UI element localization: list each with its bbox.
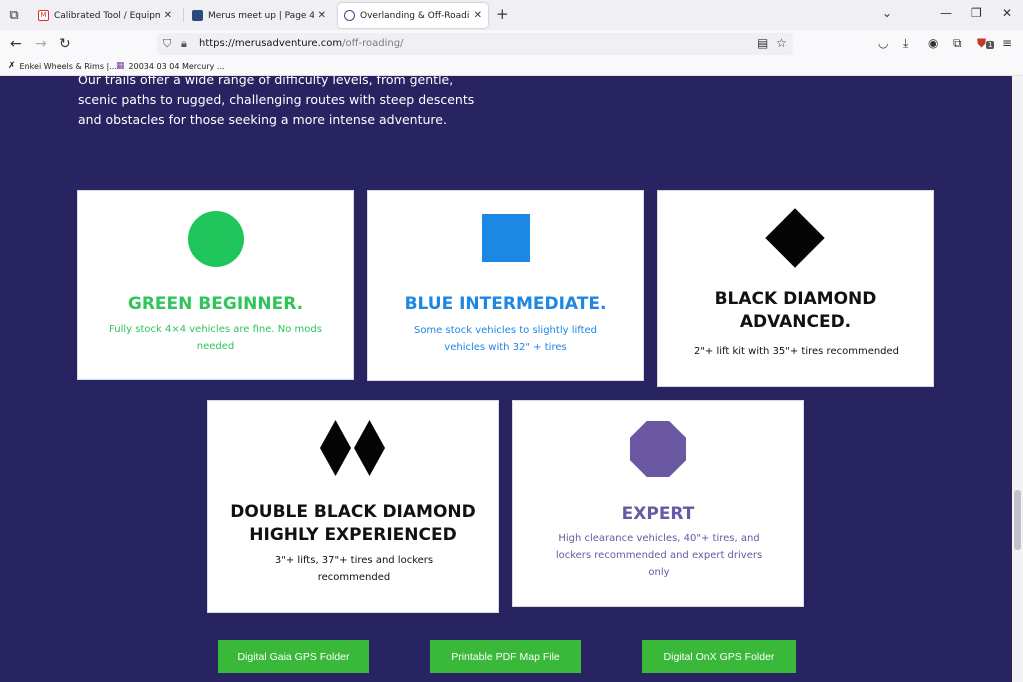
extension-badge: 1 [986, 41, 995, 49]
card-heading-line: ADVANCED. [739, 312, 852, 332]
gaia-gps-folder-button[interactable]: Digital Gaia GPS Folder [218, 640, 369, 673]
extensions-icon[interactable]: ⧉ [953, 36, 962, 51]
reload-button[interactable]: ↻ [59, 36, 71, 52]
scrollbar-track[interactable] [1012, 76, 1023, 682]
card-description: Some stock vehicles to slightly lifted v… [413, 325, 598, 353]
card-black-diamond: BLACK DIAMOND ADVANCED. 2"+ lift kit wit… [657, 190, 934, 387]
card-heading: BLUE INTERMEDIATE. [404, 294, 607, 314]
forum-icon [192, 10, 203, 21]
page-content: Our trails offer a wide range of difficu… [0, 76, 1023, 682]
close-icon[interactable]: ✕ [164, 10, 172, 21]
tab-overview-icon[interactable]: ⧉ [0, 0, 28, 30]
card-description: 3"+ lifts, 37"+ tires and lockers recomm… [274, 555, 434, 583]
intro-text: Our trails offer a wide range of difficu… [78, 76, 475, 127]
tab-title: Calibrated Tool / Equipment cha [54, 10, 160, 21]
card-heading-line: BLACK DIAMOND [714, 289, 877, 309]
tab-merus-meetup[interactable]: Merus meet up | Page 4 | Toyota ✕ [186, 3, 332, 28]
blue-square-icon [482, 214, 530, 262]
download-icon[interactable]: ⤓ [903, 36, 908, 51]
menu-icon[interactable]: ≡ [1002, 36, 1012, 50]
lock-icon[interactable]: 🔒︎ [181, 37, 187, 51]
card-heading: BLACK DIAMOND ADVANCED. [658, 288, 933, 334]
card-double-black-diamond: DOUBLE BLACK DIAMOND HIGHLY EXPERIENCED … [207, 400, 499, 613]
purple-octagon-icon [630, 421, 686, 477]
card-description: Fully stock 4×4 vehicles are fine. No mo… [109, 324, 322, 352]
gmail-icon: M [38, 10, 49, 21]
close-window-button[interactable]: ✕ [1002, 6, 1012, 20]
card-expert: EXPERT High clearance vehicles, 40"+ tir… [512, 400, 804, 607]
restore-button[interactable]: ❐ [971, 6, 982, 20]
tab-overlanding[interactable]: Overlanding & Off-Roading - M ✕ [338, 3, 488, 28]
chevron-down-icon[interactable]: ⌄ [882, 6, 892, 20]
back-button[interactable]: ← [10, 36, 22, 52]
card-blue-intermediate: BLUE INTERMEDIATE. Some stock vehicles t… [367, 190, 644, 381]
site-icon [344, 10, 355, 21]
card-heading-line: HIGHLY EXPERIENCED [249, 525, 457, 545]
card-heading-line: DOUBLE BLACK DIAMOND [230, 502, 476, 522]
black-diamond-icon [354, 420, 385, 476]
account-icon[interactable]: ◉ [928, 36, 938, 50]
card-description: High clearance vehicles, 40"+ tires, and… [555, 533, 763, 578]
forward-button[interactable]: → [35, 36, 47, 52]
card-heading: DOUBLE BLACK DIAMOND HIGHLY EXPERIENCED [208, 501, 498, 547]
shield-icon[interactable]: ⛉ [163, 37, 171, 51]
new-tab-button[interactable]: + [496, 5, 509, 23]
tab-title: Overlanding & Off-Roading - M [360, 10, 470, 21]
pdf-map-file-button[interactable]: Printable PDF Map File [430, 640, 581, 673]
enkei-icon: ✗ [8, 61, 16, 71]
bookmark-label: 20034 03 04 Mercury ... [128, 61, 225, 71]
pocket-icon[interactable]: ◡ [878, 36, 888, 50]
card-description: 2"+ lift kit with 35"+ tires recommended [693, 346, 900, 357]
ublock-icon[interactable]: ⛊ 1 [977, 36, 995, 51]
bookmark-mercury[interactable]: ▦ 20034 03 04 Mercury ... [116, 61, 225, 71]
close-icon[interactable]: ✕ [318, 10, 326, 21]
close-icon[interactable]: ✕ [474, 10, 482, 21]
black-diamond-icon [320, 420, 351, 476]
card-heading: GREEN BEGINNER. [127, 294, 304, 314]
tab-calibrated-tool[interactable]: M Calibrated Tool / Equipment cha ✕ [32, 3, 178, 28]
card-heading: EXPERT [621, 504, 695, 524]
tab-title: Merus meet up | Page 4 | Toyota [208, 10, 314, 21]
card-green-beginner: GREEN BEGINNER. Fully stock 4×4 vehicles… [77, 190, 354, 380]
bookmark-enkei[interactable]: ✗ Enkei Wheels & Rims |... [8, 61, 117, 71]
folder-icon: ▦ [116, 61, 125, 71]
bookmark-label: Enkei Wheels & Rims |... [19, 61, 117, 71]
bookmark-star-icon[interactable]: ☆ [776, 36, 787, 50]
green-circle-icon [188, 211, 244, 267]
url-text[interactable]: https://merusadventure.com/off-roading/ [199, 38, 403, 49]
tab-separator [183, 8, 184, 22]
black-diamond-icon [765, 208, 825, 268]
scrollbar-thumb[interactable] [1014, 490, 1021, 550]
minimize-button[interactable]: — [940, 6, 952, 20]
onx-gps-folder-button[interactable]: Digital OnX GPS Folder [642, 640, 796, 673]
reader-view-icon[interactable]: ▤ [757, 36, 768, 50]
